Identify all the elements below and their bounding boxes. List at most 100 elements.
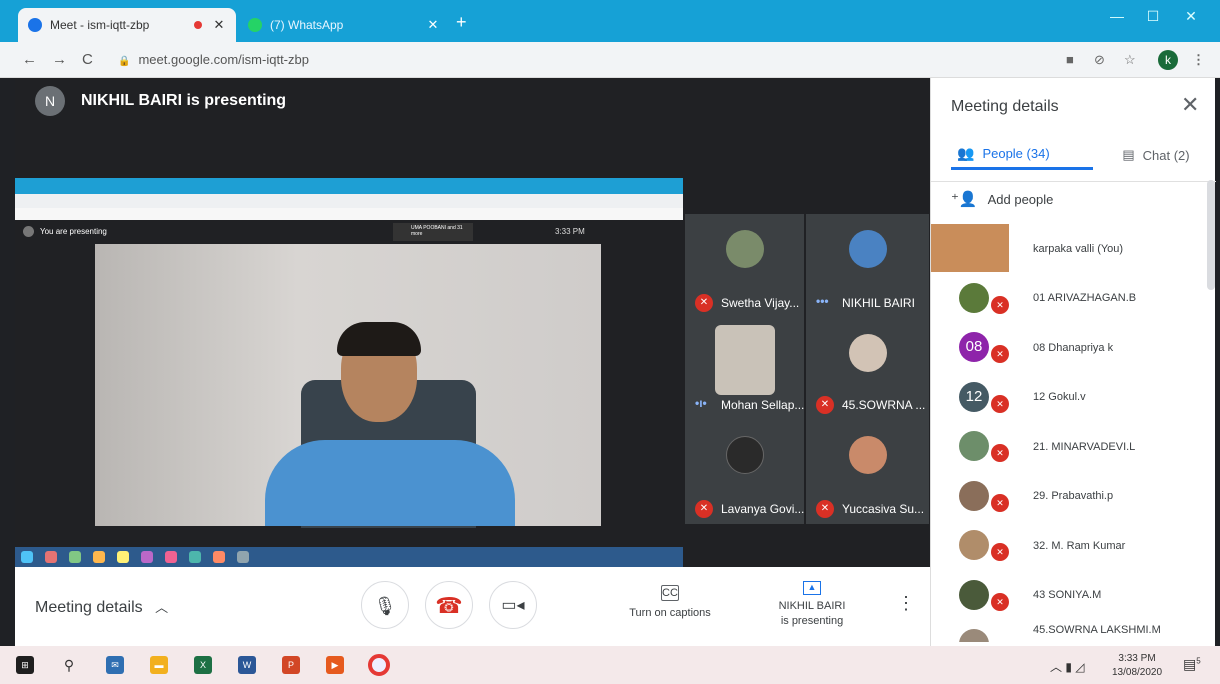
reload-icon[interactable]: C (82, 51, 93, 68)
url-input[interactable]: 🔒 meet.google.com/ism-iqtt-zbp (108, 48, 1033, 72)
shared-mini-tiles (601, 220, 683, 547)
shared-app-icon (93, 551, 105, 563)
participant-tile[interactable]: •ı• Mohan Sellap... (685, 318, 804, 420)
tab-chat[interactable]: ▤ Chat (2) (1101, 140, 1211, 170)
person-avatar (931, 224, 1009, 272)
maximize-icon[interactable]: ☐ (1138, 8, 1168, 25)
mic-off-icon: ✕ (816, 500, 834, 518)
person-name: 01 ARIVAZHAGAN.B (1033, 292, 1137, 305)
new-tab-icon[interactable]: + (456, 12, 467, 33)
participant-tile[interactable]: ✕ Swetha Vijay... (685, 214, 804, 318)
shared-taskbar (15, 547, 683, 568)
bookmark-star-icon[interactable]: ☆ (1124, 52, 1136, 68)
person-name: karpaka valli (You) (1033, 242, 1124, 255)
presenting-line2: is presenting (780, 615, 844, 627)
participant-tile[interactable]: ✕ 45.SOWRNA ... (806, 318, 929, 420)
close-tab-icon[interactable]: ✕ (426, 17, 440, 33)
meeting-details-button[interactable]: Meeting details ︿ (35, 597, 168, 617)
tracking-icon[interactable]: ⊘ (1094, 52, 1105, 68)
camera-button[interactable]: ▭◂ (489, 581, 537, 629)
shared-avatar-icon (23, 226, 34, 237)
browser-menu-icon[interactable]: ⋮ (1192, 52, 1205, 68)
presenter-banner: N NIKHIL BAIRI is presenting (35, 86, 286, 116)
participant-tile[interactable]: ✕ Yuccasiva Su... (806, 420, 929, 524)
person-name: 43 SONIYA.M (1033, 589, 1102, 602)
list-item[interactable]: ✕ 21. MINARVADEVI.L (931, 422, 1216, 472)
mic-off-icon: ✕ (991, 444, 1009, 462)
mic-off-icon: ✕ (991, 543, 1009, 561)
shared-browser-tabs (15, 178, 683, 194)
profile-avatar[interactable]: k (1158, 50, 1178, 70)
mic-off-icon: ✕ (695, 294, 713, 312)
person-avatar (959, 579, 989, 610)
tab-chat-label: Chat (2) (1142, 147, 1190, 163)
forward-icon[interactable]: → (52, 51, 67, 68)
close-tab-icon[interactable]: ✕ (212, 17, 226, 33)
person-avatar (959, 530, 989, 560)
mic-off-icon: ✕ (991, 295, 1009, 314)
divider (931, 181, 1216, 182)
excel-icon[interactable]: X (194, 656, 212, 674)
captions-button[interactable]: CC Turn on captions (615, 585, 725, 619)
shared-app-icon (45, 551, 57, 563)
system-tray-icons[interactable]: ︿ ▮ ◿ (1050, 658, 1085, 675)
participant-tile[interactable]: ✕ Lavanya Govi... (685, 420, 804, 524)
chrome-icon[interactable] (368, 654, 390, 676)
list-item[interactable]: karpaka valli (You) (931, 224, 1216, 274)
word-icon[interactable]: W (238, 656, 256, 674)
meeting-details-label: Meeting details (35, 599, 143, 616)
person-name: 08 Dhanapriya k (1033, 341, 1114, 354)
shared-address-bar (15, 194, 683, 208)
mic-off-icon: ✕ (991, 493, 1009, 512)
people-list: karpaka valli (You) ✕ 01 ARIVAZHAGAN.B 0… (931, 224, 1216, 642)
file-explorer-icon[interactable]: ▬ (150, 656, 168, 674)
close-window-icon[interactable]: ✕ (1176, 8, 1206, 25)
tab-people[interactable]: 👥 People (34) (951, 140, 1093, 170)
search-icon[interactable]: ⚲ (60, 656, 78, 674)
participant-avatar (848, 436, 887, 475)
participant-name: Lavanya Govi... (721, 502, 804, 516)
list-item[interactable]: ✕ 29. Prabavathi.p (931, 472, 1216, 522)
presenting-button[interactable]: ▲ NIKHIL BAIRI is presenting (762, 581, 862, 629)
tab-whatsapp[interactable]: (7) WhatsApp ✕ (238, 8, 450, 42)
participant-tile[interactable]: ••• NIKHIL BAIRI (806, 214, 929, 318)
media-icon[interactable]: ▶ (326, 656, 344, 674)
tab-people-label: People (34) (982, 146, 1050, 161)
microphone-button[interactable]: 🎙 (361, 581, 409, 629)
speaking-indicator-icon: ••• (816, 294, 829, 308)
mail-icon[interactable]: ✉ (106, 656, 124, 674)
participant-name: Mohan Sellap... (721, 398, 804, 412)
participant-name: Swetha Vijay... (721, 296, 800, 310)
list-item[interactable]: 08 ✕ 08 Dhanapriya k (931, 323, 1216, 373)
mic-off-icon: ✕ (695, 500, 713, 518)
list-item[interactable]: ✕ 32. M. Ram Kumar (931, 521, 1216, 571)
back-icon[interactable]: ← (22, 51, 37, 68)
shared-app-icon (165, 551, 177, 563)
notification-icon[interactable]: ▤5 (1183, 656, 1201, 673)
present-screen-icon: ▲ (803, 581, 821, 595)
windows-taskbar: ⊞ ⚲ ✉ ▬ X W P ▶ ︿ ▮ ◿ 3:33 PM 13/08/2020… (0, 646, 1220, 684)
mic-off-icon: ✕ (991, 394, 1009, 413)
meeting-details-panel: Meeting details ✕ 👥 People (34) ▤ Chat (… (930, 78, 1216, 646)
close-panel-icon[interactable]: ✕ (1181, 92, 1199, 118)
speaking-indicator-icon: •ı• (695, 396, 707, 410)
shared-clock: 3:33 PM (555, 227, 585, 236)
url-text: meet.google.com/ism-iqtt-zbp (138, 52, 309, 67)
more-options-icon[interactable]: ⋮ (897, 593, 915, 614)
list-item[interactable]: ✕ 01 ARIVAZHAGAN.B (931, 274, 1216, 324)
system-clock[interactable]: 3:33 PM 13/08/2020 (1112, 652, 1162, 680)
tab-meet[interactable]: Meet - ism-iqtt-zbp ✕ (18, 8, 236, 42)
mic-off-icon: ✕ (991, 592, 1009, 611)
windows-start-icon[interactable]: ⊞ (16, 656, 34, 674)
panel-scrollbar[interactable] (1207, 180, 1215, 290)
minimize-icon[interactable]: — (1102, 8, 1132, 24)
end-call-button[interactable]: ☎ (425, 581, 473, 629)
list-item[interactable]: 12 ✕ 12 Gokul.v (931, 373, 1216, 423)
tab-title: Meet - ism-iqtt-zbp (50, 18, 150, 32)
list-item[interactable]: ✕ 43 SONIYA.M (931, 571, 1216, 621)
list-item[interactable]: 45.SOWRNA LAKSHMI.M (931, 620, 1216, 642)
add-people-button[interactable]: ⁺👤 Add people (951, 190, 1053, 208)
powerpoint-icon[interactable]: P (282, 656, 300, 674)
camera-icon[interactable]: ■ (1066, 52, 1074, 67)
presenting-line1: NIKHIL BAIRI (778, 600, 846, 612)
